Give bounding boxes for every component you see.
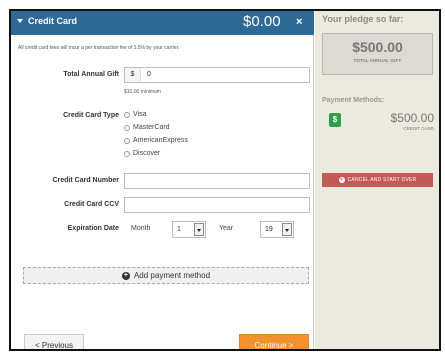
cancel-start-over-button[interactable]: × CANCEL AND START OVER [322, 173, 433, 187]
continue-button[interactable]: Continue > [239, 334, 309, 349]
fee-note: All credit card fees will incur a per tr… [18, 45, 180, 51]
radio-visa[interactable]: Visa [124, 111, 147, 118]
pledge-sub-label: TOTAL ANNUAL GIFT [353, 58, 402, 63]
card-number-label: Credit Card Number [52, 177, 119, 184]
credit-card-title-text: Credit Card [28, 16, 78, 26]
main-panel: Credit Card $0.00 × All credit card fees… [11, 11, 314, 349]
dollar-icon: $ [329, 113, 341, 127]
year-select-value: 19 [265, 226, 273, 233]
payment-type: CREDIT CARD [403, 126, 434, 131]
month-select-value: 1 [177, 226, 181, 233]
year-label: Year [219, 225, 234, 232]
total-gift-label: Total Annual Gift [63, 71, 119, 78]
radio-discover-label: Discover [133, 150, 161, 157]
card-type-label: Credit Card Type [63, 112, 119, 119]
add-payment-method-button[interactable]: + Add payment method [23, 267, 309, 284]
card-ccv-input[interactable] [124, 197, 310, 213]
pledge-amount: $500.00 [352, 39, 403, 55]
radio-button-icon[interactable] [124, 137, 130, 144]
payment-methods-title: Payment Methods: [322, 97, 385, 104]
previous-button[interactable]: < Previous [24, 334, 84, 349]
radio-discover[interactable]: Discover [124, 150, 160, 157]
radio-button-icon[interactable] [124, 150, 130, 157]
credit-card-amount: $0.00 [243, 13, 281, 30]
pledge-summary-box: $500.00 TOTAL ANNUAL GIFT [322, 33, 433, 75]
payment-amount: $500.00 [390, 111, 434, 125]
pledge-sidebar: Your pledge so far: $500.00 TOTAL ANNUAL… [315, 11, 439, 349]
cancel-start-over-label: CANCEL AND START OVER [347, 177, 417, 183]
radio-mastercard[interactable]: MasterCard [124, 124, 170, 131]
month-select[interactable]: 1 [172, 221, 206, 238]
card-ccv-label: Credit Card CCV [64, 201, 119, 208]
total-gift-value: 0 [147, 71, 151, 78]
month-label: Month [131, 225, 151, 232]
close-circle-icon: × [338, 177, 345, 183]
dollar-icon: $ [125, 68, 141, 82]
radio-amex-label: AmericanExpress [133, 137, 188, 144]
chevron-down-icon[interactable] [282, 223, 292, 236]
pledge-title: Your pledge so far: [322, 14, 404, 24]
total-gift-input[interactable]: $ 0 [124, 67, 310, 83]
chevron-down-icon[interactable] [194, 223, 204, 236]
window-frame: Credit Card $0.00 × All credit card fees… [9, 9, 441, 351]
add-payment-method-label: Add payment method [133, 271, 211, 280]
radio-mastercard-label: MasterCard [133, 124, 170, 131]
radio-visa-label: Visa [133, 111, 147, 118]
minimum-note: $10.00 minimum [124, 89, 161, 95]
radio-button-icon[interactable] [124, 111, 130, 118]
radio-amex[interactable]: AmericanExpress [124, 137, 188, 144]
card-number-input[interactable] [124, 173, 310, 189]
year-select[interactable]: 19 [260, 221, 294, 238]
credit-card-header[interactable]: Credit Card $0.00 × [11, 11, 314, 35]
close-icon[interactable]: × [296, 16, 302, 28]
expiration-label: Expiration Date [67, 225, 119, 232]
caret-down-icon [17, 19, 23, 23]
plus-circle-icon: + [121, 271, 130, 280]
radio-button-icon[interactable] [124, 124, 130, 131]
credit-card-title: Credit Card [17, 16, 77, 26]
